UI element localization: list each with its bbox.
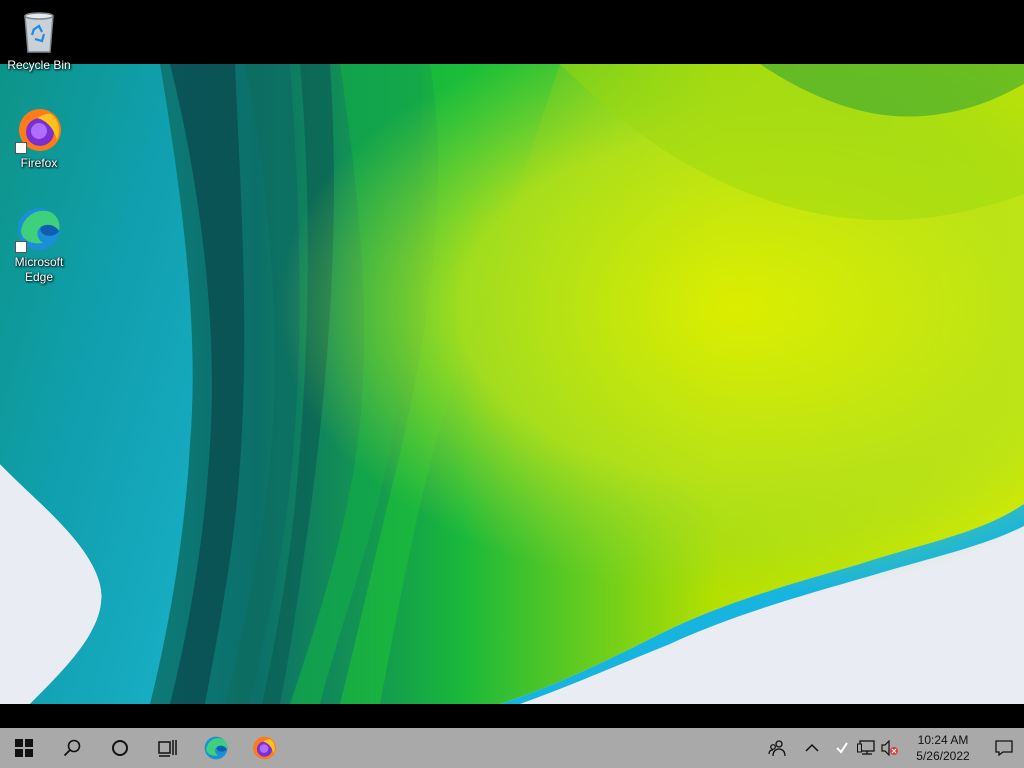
edge-icon [204,736,228,760]
recycle-bin-label: Recycle Bin [7,58,71,72]
desktop-icon-recycle-bin[interactable]: Recycle Bin [1,8,77,73]
task-view-icon [158,740,177,757]
people-button[interactable] [760,728,794,768]
taskbar: 10:24 AM 5/26/2022 [0,728,1024,768]
check-icon [836,742,848,754]
system-tray: 10:24 AM 5/26/2022 [760,728,1024,768]
chevron-up-icon [805,743,819,752]
microsoft-edge-label: Microsoft Edge [14,255,64,284]
network-icon [857,740,875,755]
shortcut-arrow-icon [15,142,27,154]
search-icon [63,739,81,757]
cortana-button[interactable] [96,728,144,768]
volume-muted-icon [881,740,898,756]
edge-icon [15,205,63,253]
recycle-bin-icon [15,8,63,56]
start-button[interactable] [0,728,48,768]
network-button[interactable] [854,728,878,768]
volume-button[interactable] [878,728,902,768]
action-center-icon [995,740,1013,756]
wallpaper [0,64,1024,704]
clock-date: 5/26/2022 [916,749,970,763]
clock[interactable]: 10:24 AM 5/26/2022 [908,732,978,764]
desktop-icon-microsoft-edge[interactable]: Microsoft Edge [1,205,77,285]
taskbar-edge-button[interactable] [192,728,240,768]
windows-start-icon [15,739,33,757]
show-hidden-icons-button[interactable] [794,728,830,768]
firefox-icon [253,736,276,760]
desktop: Recycle Bin Firefox Microsoft Edge [0,0,1024,728]
desktop-icon-firefox[interactable]: Firefox [1,106,77,171]
clock-time: 10:24 AM [917,733,969,747]
search-button[interactable] [48,728,96,768]
shortcut-arrow-icon [15,241,27,253]
taskbar-firefox-button[interactable] [240,728,288,768]
task-view-button[interactable] [144,728,192,768]
people-icon [768,740,786,757]
action-center-button[interactable] [984,728,1024,768]
firefox-icon [15,106,63,154]
cortana-icon [112,740,128,756]
firefox-label: Firefox [20,156,58,170]
tray-check-button[interactable] [830,728,854,768]
